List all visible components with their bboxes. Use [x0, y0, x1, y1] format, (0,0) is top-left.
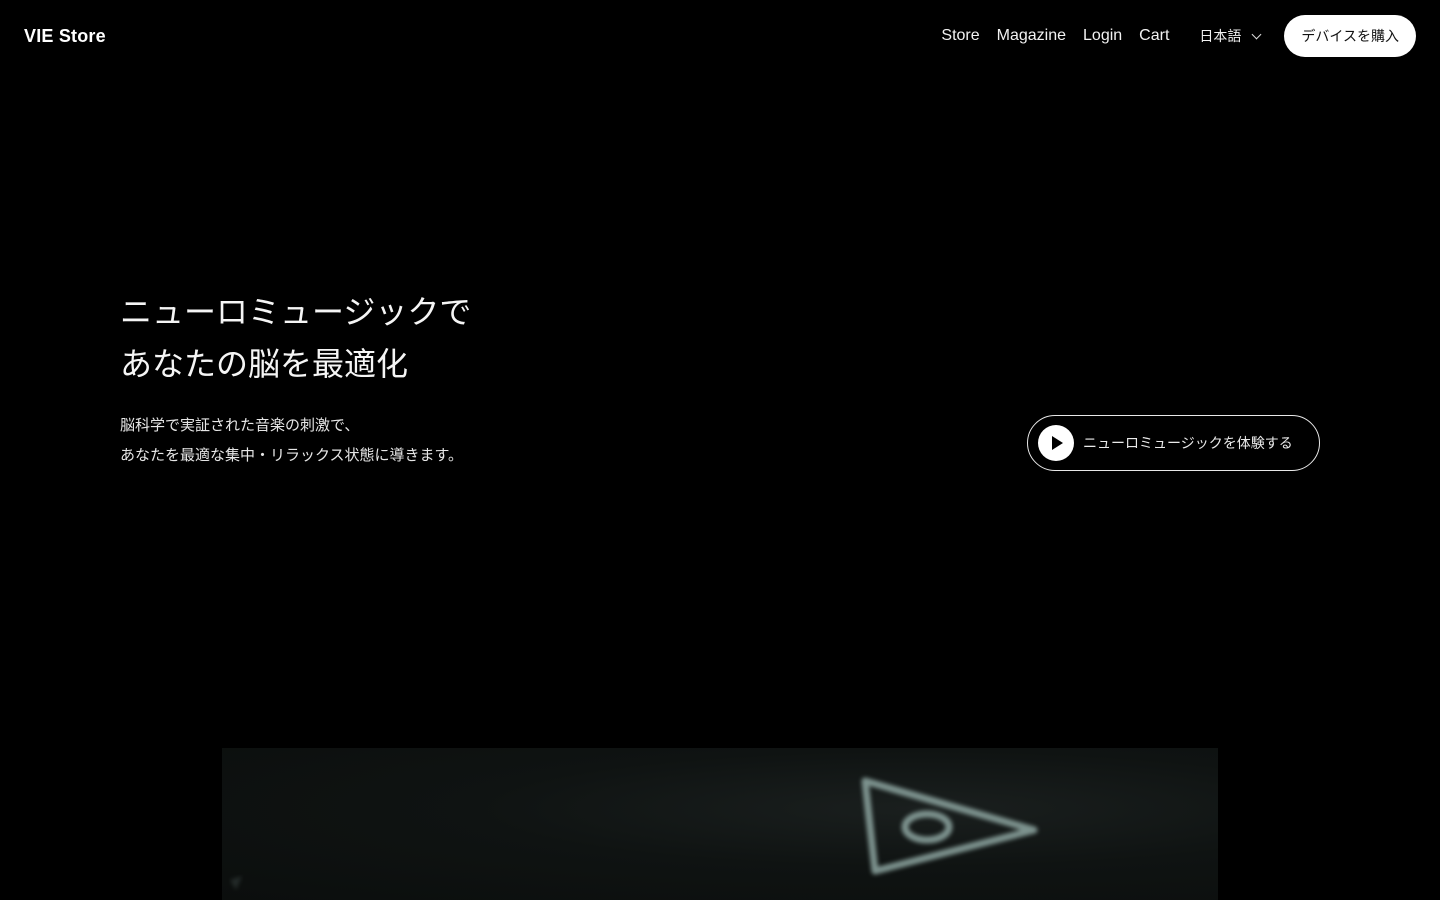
triangle-logo-icon [230, 777, 1038, 890]
play-icon [1038, 425, 1074, 461]
hero-title: ニューロミュージックで あなたの脳を最適化 [120, 286, 471, 390]
hero-subtitle: 脳科学で実証された音楽の刺激で、 あなたを最適な集中・リラックス状態に導きます。 [120, 410, 463, 470]
logo[interactable]: VIE Store [24, 26, 106, 47]
language-selector[interactable]: 日本語 [1199, 26, 1262, 46]
buy-device-button[interactable]: デバイスを購入 [1284, 15, 1416, 57]
page: VIE Store Store Magazine Login Cart 日本語 … [0, 0, 1440, 900]
site-header: VIE Store Store Magazine Login Cart 日本語 … [0, 0, 1440, 72]
hero-subtitle-line-2: あなたを最適な集中・リラックス状態に導きます。 [120, 446, 464, 464]
nav-link-store[interactable]: Store [941, 27, 979, 45]
experience-music-label: ニューロミュージックを体験する [1083, 436, 1293, 452]
main-nav: Store Magazine Login Cart 日本語 デバイスを購入 [941, 15, 1416, 57]
hero-subtitle-line-1: 脳科学で実証された音楽の刺激で、 [120, 416, 360, 434]
hero-title-line-1: ニューロミュージックで [120, 293, 472, 331]
chevron-down-icon [1251, 29, 1262, 39]
hero-video[interactable] [222, 748, 1218, 900]
experience-music-button[interactable]: ニューロミュージックを体験する [1027, 415, 1320, 471]
nav-link-cart[interactable]: Cart [1139, 27, 1169, 45]
nav-link-login[interactable]: Login [1083, 27, 1122, 45]
hero-title-line-2: あなたの脳を最適化 [120, 345, 409, 383]
nav-link-magazine[interactable]: Magazine [997, 27, 1066, 45]
language-label: 日本語 [1199, 29, 1242, 45]
